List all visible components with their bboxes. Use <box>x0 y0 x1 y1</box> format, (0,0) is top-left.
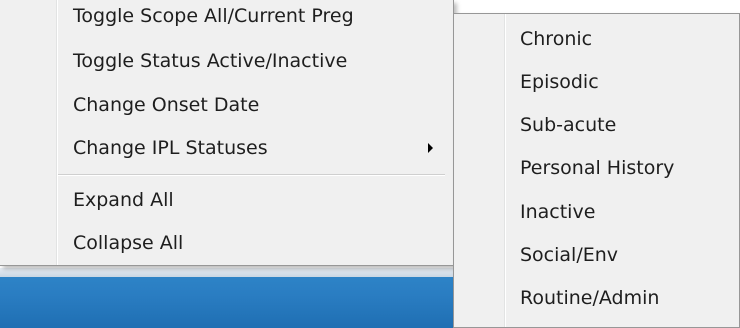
submenu-item-label: Chronic <box>520 28 593 50</box>
menu-item-label: Toggle Status Active/Inactive <box>73 50 348 72</box>
menu-item-expand-all[interactable]: Expand All <box>58 180 449 220</box>
menu-item-change-onset-date[interactable]: Change Onset Date <box>58 85 449 125</box>
submenu-item-label: Personal History <box>520 157 675 179</box>
submenu-item-label: Sub-acute <box>520 114 617 136</box>
submenu-item-inactive[interactable]: Inactive <box>506 192 735 232</box>
menu-item-toggle-status[interactable]: Toggle Status Active/Inactive <box>58 41 449 81</box>
submenu-item-sub-acute[interactable]: Sub-acute <box>506 105 735 145</box>
menu-item-label: Expand All <box>73 189 174 211</box>
submenu-item-social-env[interactable]: Social/Env <box>506 235 735 275</box>
submenu-item-label: Inactive <box>520 201 596 223</box>
submenu-arrow-icon <box>428 143 433 153</box>
menu-item-change-ipl-statuses[interactable]: Change IPL Statuses <box>58 128 449 168</box>
submenu-item-episodic[interactable]: Episodic <box>506 62 735 102</box>
submenu-item-personal-history[interactable]: Personal History <box>506 148 735 188</box>
submenu-item-routine-admin[interactable]: Routine/Admin <box>506 278 735 318</box>
submenu-item-label: Episodic <box>520 71 599 93</box>
menu-item-label: Change Onset Date <box>73 94 260 116</box>
ipl-statuses-submenu: Chronic Episodic Sub-acute Personal Hist… <box>453 13 740 328</box>
menu-item-label: Change IPL Statuses <box>73 137 268 159</box>
submenu-item-label: Routine/Admin <box>520 287 660 309</box>
menu-item-label: Toggle Scope All/Current Preg <box>73 5 354 27</box>
menu-item-collapse-all[interactable]: Collapse All <box>58 223 449 263</box>
submenu-item-chronic[interactable]: Chronic <box>506 19 735 59</box>
context-menu: Toggle Scope All/Current Preg Toggle Sta… <box>0 0 454 266</box>
menu-item-label: Collapse All <box>73 232 184 254</box>
menu-separator <box>58 174 445 176</box>
submenu-item-label: Social/Env <box>520 244 619 266</box>
menu-item-toggle-scope[interactable]: Toggle Scope All/Current Preg <box>58 0 449 36</box>
